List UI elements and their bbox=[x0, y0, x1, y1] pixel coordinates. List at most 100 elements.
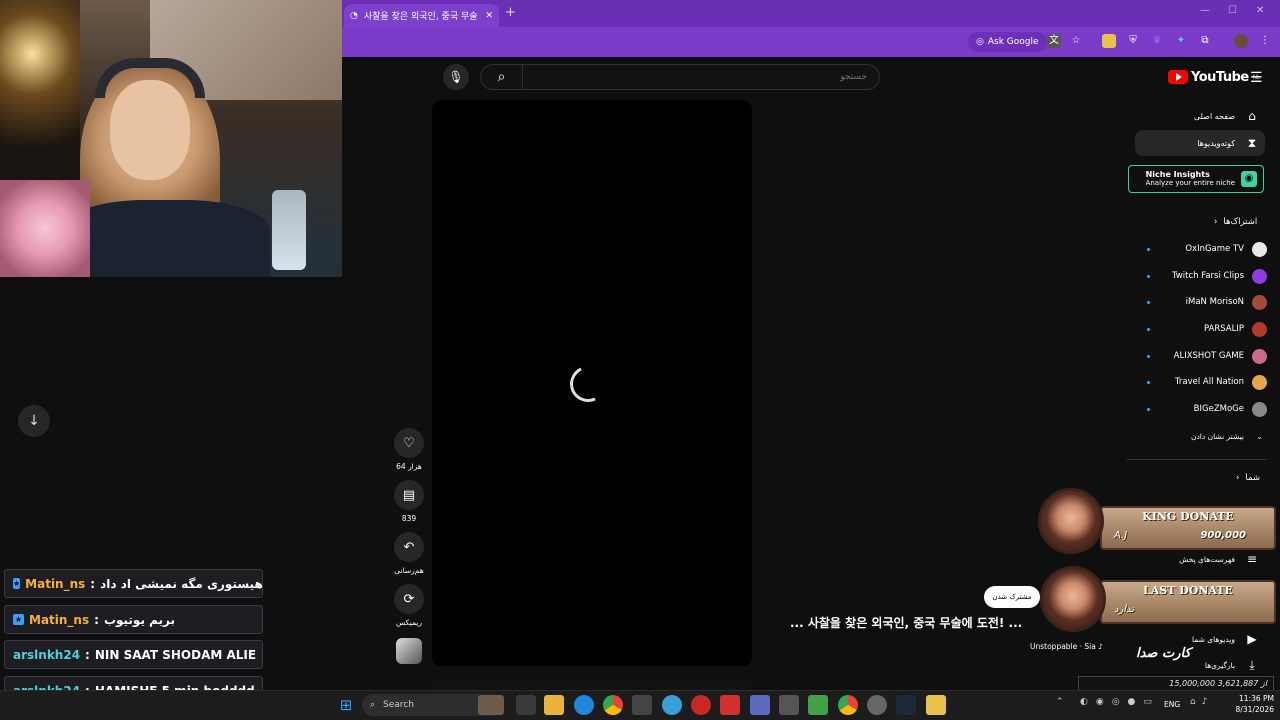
edge-icon[interactable] bbox=[574, 695, 594, 715]
nav-label: صفحه اصلی bbox=[1193, 111, 1235, 121]
app-icon[interactable] bbox=[926, 695, 946, 715]
tray-icons[interactable]: ◐◉◎●▭ bbox=[1080, 697, 1160, 707]
app-icon[interactable] bbox=[867, 695, 887, 715]
next-short-preview[interactable] bbox=[432, 678, 752, 690]
app-icon[interactable] bbox=[808, 695, 828, 715]
subscription-item[interactable]: ALIXSHOT GAME bbox=[1145, 346, 1267, 366]
subscription-item[interactable]: BIGeZMoGe bbox=[1145, 399, 1267, 419]
chat-message: ★ Matin_ns : بریم یوتیوب bbox=[4, 605, 263, 634]
new-content-dot bbox=[1147, 274, 1150, 278]
network-volume-icon[interactable]: ⌂♪ bbox=[1190, 697, 1213, 707]
menu-dots-icon[interactable]: ⋮ bbox=[1258, 34, 1272, 48]
nav-item-home[interactable]: صفحه اصلی ⌂ bbox=[1135, 103, 1265, 129]
comment-icon: ▤ bbox=[402, 487, 416, 503]
king-donate-value: 900,000 bbox=[1200, 530, 1246, 541]
chevron-right-icon: › bbox=[1214, 217, 1218, 227]
channel-name: OxInGame TV bbox=[1185, 244, 1244, 254]
channel-name: Travel All Nation bbox=[1174, 377, 1244, 387]
king-donate-name: A.J bbox=[1114, 530, 1128, 541]
comments-button[interactable]: ▤ bbox=[394, 480, 424, 510]
channel-name: Twitch Farsi Clips bbox=[1172, 271, 1244, 281]
store-icon[interactable] bbox=[632, 695, 652, 715]
search-icon: ⌕ bbox=[370, 700, 376, 710]
playlist-icon: ≡ bbox=[1246, 552, 1258, 566]
app-icon[interactable] bbox=[662, 695, 682, 715]
tray-chevron-icon[interactable]: ⌃ bbox=[1056, 697, 1064, 707]
remix-icon: ⟳ bbox=[403, 591, 415, 607]
extension-icon[interactable]: ♛ bbox=[1150, 34, 1164, 48]
language-indicator[interactable]: ENG bbox=[1164, 700, 1180, 709]
remix-label: ریمیکس bbox=[395, 618, 422, 627]
remix-button[interactable]: ⟳ bbox=[394, 584, 424, 614]
sidebar-divider bbox=[1127, 459, 1267, 460]
voice-search-button[interactable]: 🎙 bbox=[443, 64, 469, 90]
show-more-button[interactable]: بیشتر نشان دادن ⌄ bbox=[1145, 426, 1267, 446]
last-donate-name: ندارد bbox=[1114, 604, 1135, 615]
subscription-item[interactable]: Travel All Nation bbox=[1145, 372, 1267, 392]
chat-message: ★ Matin_ns : از هیستوری مگه نمیشی اد داد bbox=[4, 569, 263, 598]
youtube-logo[interactable]: YouTube NL bbox=[1168, 68, 1260, 86]
channel-thumbnail[interactable] bbox=[396, 638, 422, 664]
task-view-icon[interactable] bbox=[516, 695, 536, 715]
tab-close-icon[interactable]: ✕ bbox=[485, 11, 493, 21]
new-content-dot bbox=[1147, 380, 1150, 384]
ask-google-label: Ask Google bbox=[987, 37, 1039, 47]
translate-icon[interactable]: 文 bbox=[1047, 34, 1061, 48]
nav-label: ویدیوهای شما bbox=[1191, 634, 1235, 644]
app-icon[interactable] bbox=[779, 695, 799, 715]
share-button[interactable]: ↶ bbox=[394, 532, 424, 562]
subscription-item[interactable]: OxInGame TV bbox=[1145, 239, 1267, 259]
app-icon[interactable] bbox=[691, 695, 711, 715]
search-button[interactable]: ⌕ bbox=[481, 65, 523, 89]
new-content-dot bbox=[1147, 327, 1150, 331]
chat-text: از هیستوری مگه نمیشی اد داد bbox=[100, 576, 263, 591]
tab-favicon-icon: ◔ bbox=[350, 10, 358, 21]
new-tab-icon[interactable]: + bbox=[505, 5, 516, 20]
windows-start-icon[interactable]: ⊞ bbox=[336, 695, 356, 715]
browser-tab[interactable]: ◔ 사찰을 찾은 외국인, 중국 무술 ✕ bbox=[344, 4, 499, 27]
maximize-icon[interactable]: ☐ bbox=[1228, 5, 1237, 16]
subscription-item[interactable]: PARSALIP bbox=[1145, 319, 1267, 339]
you-section-header[interactable]: › شما bbox=[1236, 473, 1260, 483]
subscribe-button[interactable]: مشترک شدن bbox=[984, 586, 1040, 608]
subscription-item[interactable]: Twitch Farsi Clips bbox=[1145, 266, 1267, 286]
extension-icon[interactable] bbox=[1102, 34, 1116, 48]
subscription-item[interactable]: iMaN MorisoN bbox=[1145, 292, 1267, 312]
puzzle-icon[interactable]: ⧉ bbox=[1198, 34, 1212, 48]
webcam-bottle bbox=[272, 190, 306, 270]
nav-label: کوته‌ویدیوها bbox=[1197, 138, 1235, 148]
app-icon[interactable] bbox=[720, 695, 740, 715]
youtube-play-icon bbox=[1168, 70, 1188, 84]
chrome-icon[interactable] bbox=[838, 695, 858, 715]
profile-avatar[interactable] bbox=[1234, 34, 1248, 48]
niche-text: Niche Insights Analyze your entire niche bbox=[1146, 171, 1235, 188]
comment-count: 839 bbox=[401, 514, 417, 523]
chrome-icon[interactable] bbox=[603, 695, 623, 715]
taskbar-clock[interactable]: 11:36 PM 8/31/2026 bbox=[1228, 693, 1274, 715]
new-content-dot bbox=[1147, 407, 1150, 411]
webcam-overlay bbox=[0, 0, 342, 277]
app-icon[interactable] bbox=[750, 695, 770, 715]
chevron-down-icon: ⌄ bbox=[1256, 431, 1263, 441]
channel-avatar bbox=[1252, 374, 1267, 390]
bookmark-star-icon[interactable]: ☆ bbox=[1069, 34, 1083, 48]
niche-insights-banner[interactable]: Niche Insights Analyze your entire niche… bbox=[1128, 165, 1264, 193]
hamburger-menu-icon[interactable]: ☰ bbox=[1250, 70, 1263, 86]
minimize-icon[interactable]: — bbox=[1200, 5, 1210, 16]
nav-item-shorts[interactable]: کوته‌ویدیوها ⧗ bbox=[1135, 130, 1265, 156]
like-button[interactable]: ♡ bbox=[394, 428, 424, 458]
chat-message: arslnkh24 : NIN SAAT SHODAM ALIE bbox=[4, 640, 263, 669]
now-playing-song: Unstoppable · Sia ♪ bbox=[1030, 642, 1104, 651]
file-explorer-icon[interactable] bbox=[544, 695, 564, 715]
subscriptions-header[interactable]: › اشتراک‌ها bbox=[1214, 217, 1257, 227]
close-window-icon[interactable]: ✕ bbox=[1256, 5, 1264, 16]
channel-avatar bbox=[1252, 348, 1267, 364]
shield-icon[interactable]: ⛨ bbox=[1126, 34, 1140, 48]
ask-google-button[interactable]: ◎ Ask Google bbox=[968, 32, 1047, 52]
search-input[interactable] bbox=[523, 72, 879, 82]
extension-icon[interactable]: ✦ bbox=[1174, 34, 1188, 48]
scroll-down-button[interactable]: ↓ bbox=[18, 405, 50, 437]
steam-icon[interactable] bbox=[896, 695, 916, 715]
home-icon: ⌂ bbox=[1248, 109, 1256, 123]
new-content-dot bbox=[1147, 354, 1150, 358]
